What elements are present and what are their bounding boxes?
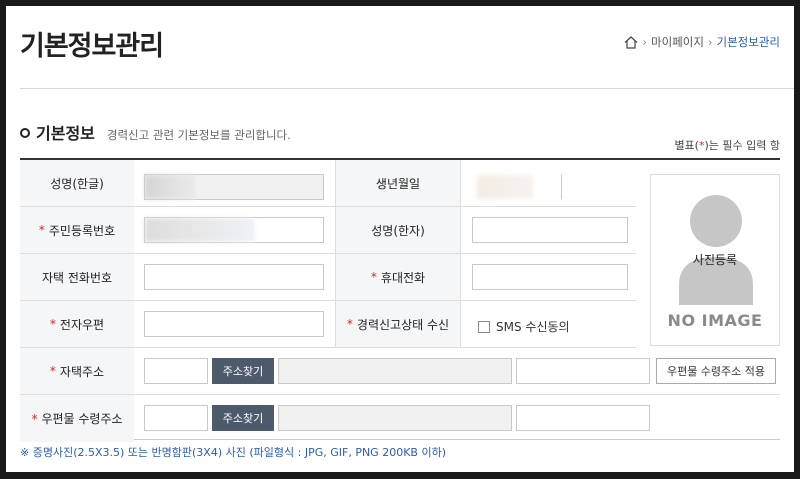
status-receive-label-text: 경력신고상태 수신 (356, 317, 450, 332)
mobile-label-text: 휴대전화 (380, 270, 426, 285)
status-receive-label: * 경력신고상태 수신 (336, 301, 460, 347)
breadcrumb-item-current[interactable]: 기본정보관리 (717, 34, 780, 50)
birth-input[interactable] (472, 174, 562, 200)
name-kor-input[interactable] (144, 174, 324, 200)
section-header: 기본정보 경력신고 관련 기본정보를 관리합니다. (20, 120, 291, 144)
form-row-phone: 자택 전화번호 * 휴대전화 (20, 254, 636, 301)
circle-bullet-icon (20, 128, 30, 138)
name-kor-label-text: 성명(한글) (50, 176, 104, 191)
sms-label: SMS 수신동의 (496, 320, 570, 334)
rrn-label-text: 주민등록번호 (48, 223, 116, 238)
mail-address-label-text: 우편물 수령주소 (41, 412, 123, 426)
main-frame: 기본정보관리 › 마이페이지 › 기본정보관리 기본정보 경력신고 관련 기본정… (6, 6, 794, 472)
form-row-name: 성명(한글) 생년월일 (20, 160, 636, 207)
title-divider (20, 88, 794, 89)
required-star: * (49, 364, 56, 378)
mail-address-label: * 우편물 수령주소 (20, 395, 134, 442)
home-address-label-text: 자택주소 (59, 364, 105, 379)
home-find-address-button[interactable]: 주소찾기 (212, 358, 274, 384)
apply-mail-address-button[interactable]: 우편물 수령주소 적용 (656, 358, 776, 384)
form-row-home-address: * 자택주소 주소찾기 우편물 수령주소 적용 (20, 348, 780, 395)
form-row-mail-address: * 우편물 수령주소 주소찾기 (20, 395, 780, 442)
section-title: 기본정보 (36, 124, 95, 143)
breadcrumb-separator: › (642, 35, 647, 49)
form-row-rrn: * 주민등록번호 성명(한자) (20, 207, 636, 254)
photo-footnote: ※ 증명사진(2.5X3.5) 또는 반명함판(3X4) 사진 (파일형식 : … (20, 446, 446, 459)
home-phone-input[interactable] (144, 264, 324, 290)
photo-register-label: 사진등록 (692, 253, 738, 267)
column-divider (460, 207, 461, 253)
rrn-input[interactable] (144, 217, 324, 243)
home-address-detail-input[interactable] (516, 358, 650, 384)
home-address-input[interactable] (278, 358, 512, 384)
name-hanja-label: 성명(한자) (336, 207, 460, 253)
photo-upload-box[interactable]: 사진등록 NO IMAGE (650, 174, 780, 346)
home-icon[interactable] (624, 35, 638, 49)
home-phone-label: 자택 전화번호 (20, 254, 134, 300)
home-zipcode-input[interactable] (144, 358, 208, 384)
masked-value (477, 175, 533, 199)
column-divider (460, 160, 461, 206)
mail-address-input[interactable] (278, 405, 512, 431)
masked-value (145, 218, 255, 242)
breadcrumb-item-mypage[interactable]: 마이페이지 (651, 34, 704, 50)
email-input[interactable] (144, 311, 324, 337)
birth-label-text: 생년월일 (375, 176, 421, 191)
name-hanja-label-text: 성명(한자) (371, 223, 425, 238)
rrn-label: * 주민등록번호 (20, 207, 134, 253)
required-note-prefix: 별표( (674, 139, 699, 152)
column-divider (460, 254, 461, 300)
mail-find-address-button[interactable]: 주소찾기 (212, 405, 274, 431)
birth-label: 생년월일 (336, 160, 460, 206)
required-note: 별표(*)는 필수 입력 항 (674, 137, 780, 153)
column-divider (460, 301, 461, 347)
section-description: 경력신고 관련 기본정보를 관리합니다. (106, 128, 291, 142)
mail-zipcode-input[interactable] (144, 405, 208, 431)
required-star: * (370, 270, 377, 284)
person-silhouette-icon (679, 195, 753, 305)
required-star: * (346, 317, 353, 331)
mobile-input[interactable] (472, 264, 628, 290)
basic-info-form: 성명(한글) 생년월일 * 주민등록번호 성명(한자) 자택 전화번호 * 휴대… (20, 158, 780, 442)
no-image-text: NO IMAGE (667, 311, 763, 330)
home-phone-label-text: 자택 전화번호 (41, 270, 113, 285)
form-row-email: * 전자우편 * 경력신고상태 수신 SMS 수신동의 (20, 301, 636, 348)
home-address-label: * 자택주소 (20, 348, 134, 394)
masked-value (145, 175, 195, 199)
required-star: * (31, 411, 38, 426)
name-kor-label: 성명(한글) (20, 160, 134, 206)
email-label: * 전자우편 (20, 301, 134, 347)
required-star: * (38, 223, 45, 237)
breadcrumb: › 마이페이지 › 기본정보관리 (624, 34, 780, 50)
page-title: 기본정보관리 (20, 31, 164, 62)
required-star: * (49, 317, 56, 331)
sms-consent[interactable]: SMS 수신동의 (478, 318, 570, 335)
sms-checkbox[interactable] (478, 320, 490, 333)
name-hanja-input[interactable] (472, 217, 628, 243)
mail-address-detail-input[interactable] (516, 405, 650, 431)
breadcrumb-separator: › (707, 35, 713, 49)
email-label-text: 전자우편 (59, 317, 105, 332)
required-note-suffix: )는 필수 입력 항 (704, 139, 780, 152)
mobile-label: * 휴대전화 (336, 254, 460, 300)
